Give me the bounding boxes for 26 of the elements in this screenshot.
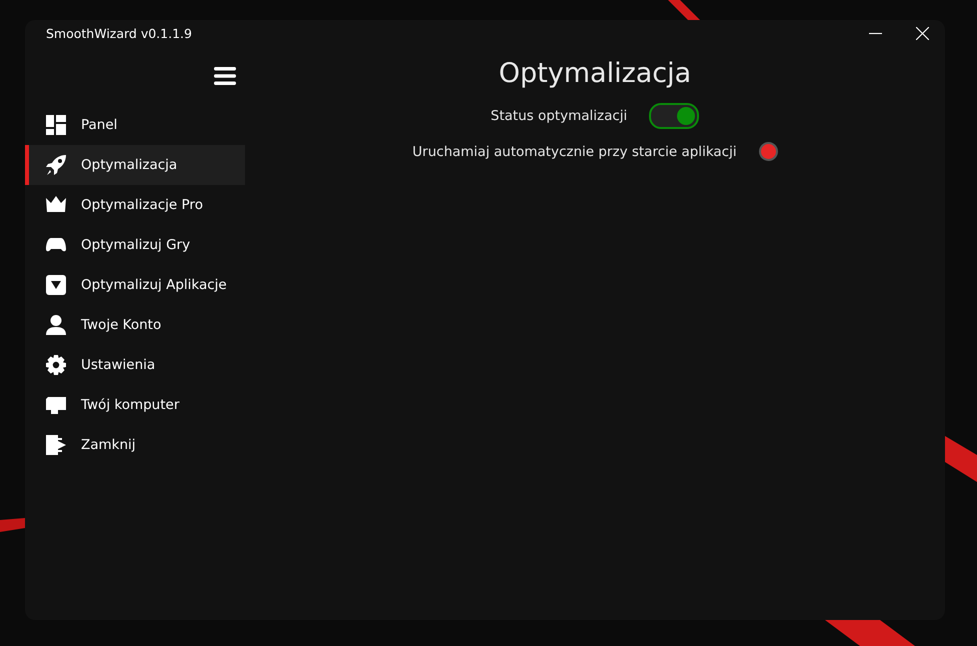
monitor-icon <box>46 395 66 415</box>
wallpaper-stripe <box>0 518 25 532</box>
gear-icon <box>46 355 66 375</box>
toggle-switch[interactable] <box>649 103 700 129</box>
menu-icon[interactable] <box>214 67 236 85</box>
setting-label: Uruchamiaj automatycznie przy starcie aplikacji <box>412 144 737 160</box>
sidebar-item[interactable]: Ustawienia <box>25 345 245 385</box>
sidebar-item[interactable]: Twoje Konto <box>25 305 245 345</box>
rocket-icon <box>46 155 66 175</box>
window-title: SmoothWizard v0.1.1.9 <box>45 25 193 43</box>
page-title: Optymalizacja <box>498 57 692 91</box>
sidebar-item[interactable]: Optymalizuj Gry <box>25 225 245 265</box>
user-icon <box>46 315 66 335</box>
grid-icon <box>46 115 66 135</box>
exit-icon <box>46 435 66 455</box>
sidebar-item[interactable]: Panel <box>25 105 245 145</box>
close-icon[interactable] <box>916 27 929 40</box>
setting-label: Status optymalizacji <box>490 108 628 124</box>
dropdown-icon <box>46 275 66 295</box>
sidebar-item[interactable]: Twój komputer <box>25 385 245 425</box>
sidebar-item[interactable]: Optymalizuj Aplikacje <box>25 265 245 305</box>
sidebar-item[interactable]: Optymalizacje Pro <box>25 185 245 225</box>
status-indicator[interactable] <box>758 142 778 161</box>
crown-icon <box>46 195 66 215</box>
sidebar-item[interactable]: Optymalizacja <box>25 145 245 185</box>
sidebar-item[interactable]: Zamknij <box>25 425 245 465</box>
